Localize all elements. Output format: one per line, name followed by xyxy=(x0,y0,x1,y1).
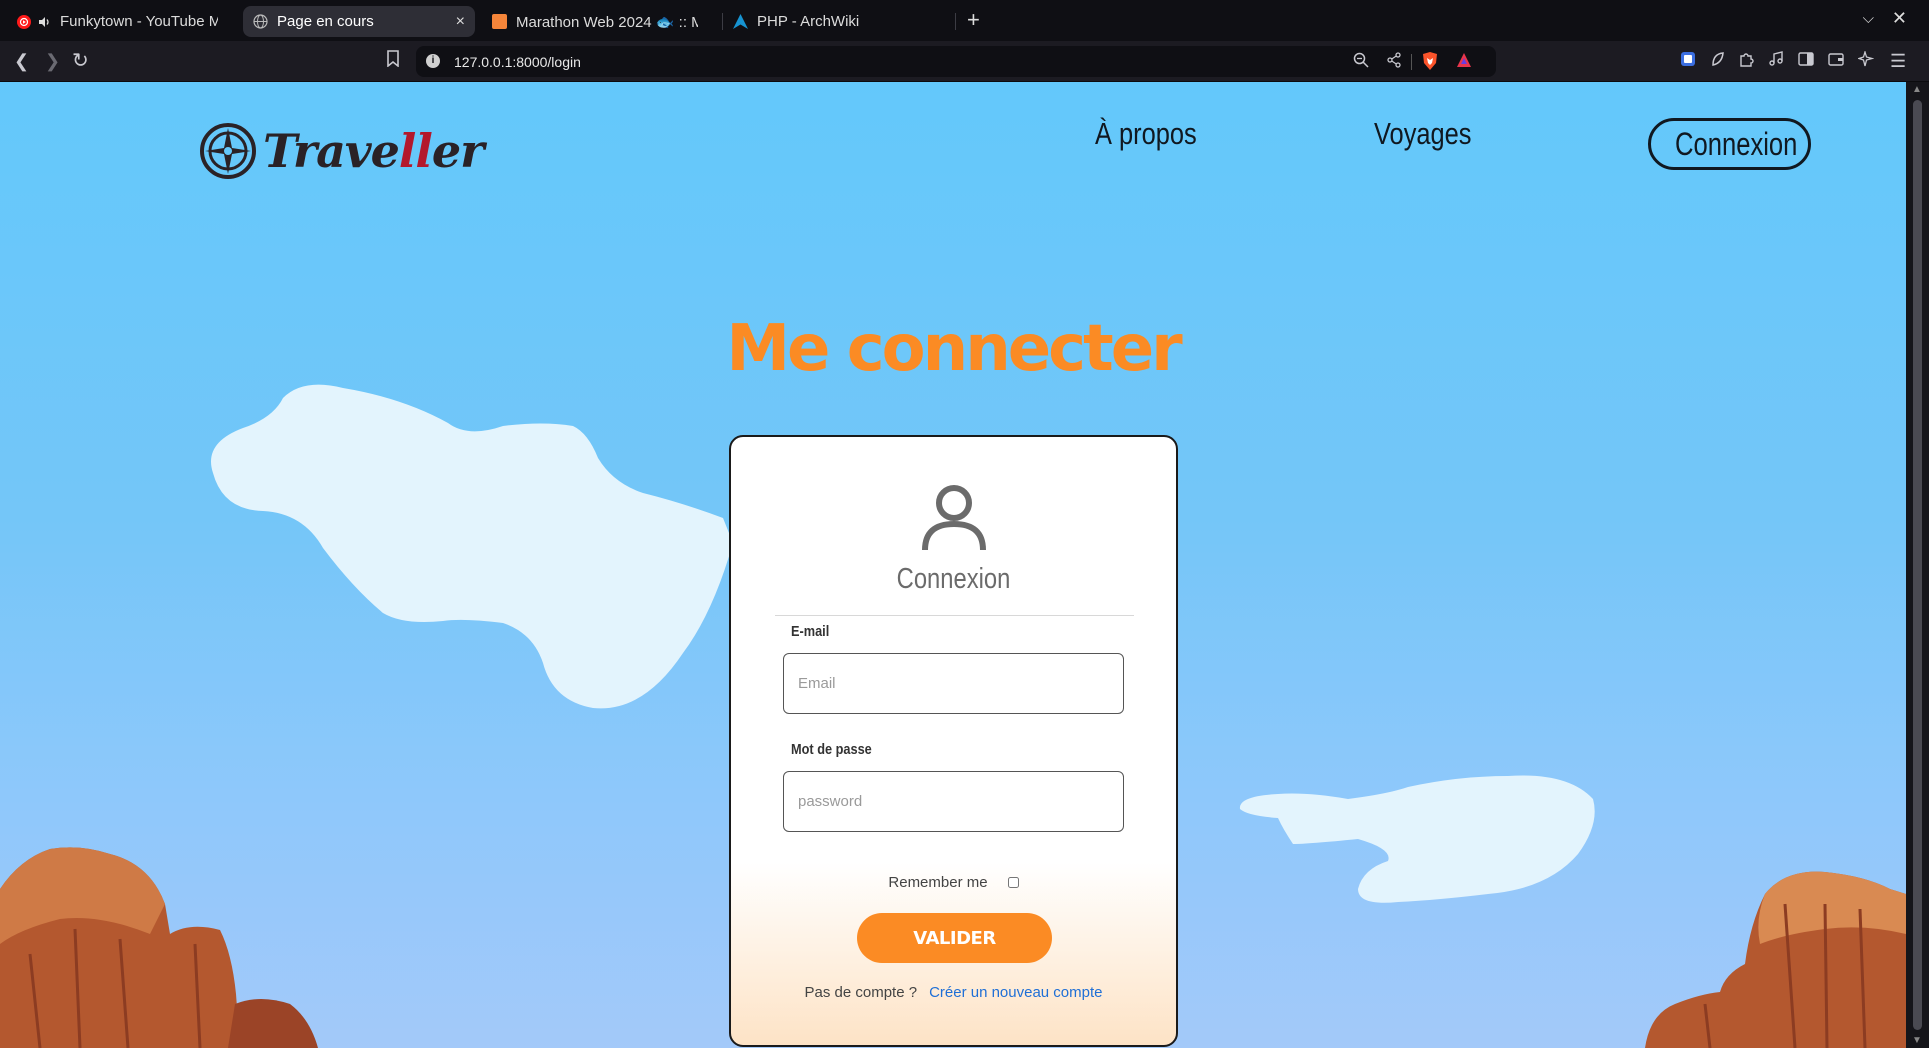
login-card: Connexion E-mail Mot de passe Remember m… xyxy=(729,435,1178,1047)
brave-rewards-icon[interactable] xyxy=(1456,52,1472,73)
close-tab-icon[interactable]: × xyxy=(456,13,465,31)
speaker-icon[interactable] xyxy=(36,14,51,29)
scroll-down-icon[interactable]: ▼ xyxy=(1912,1035,1922,1046)
tab-marathon-web[interactable]: Marathon Web 2024 🐟 :: M xyxy=(482,6,708,37)
tab-list-chevron-icon[interactable]: ⌵ xyxy=(1863,10,1874,27)
url-text[interactable]: 127.0.0.1:8000/login xyxy=(454,54,581,70)
nav-link-about[interactable]: À propos xyxy=(1095,116,1197,152)
login-heading: Connexion xyxy=(896,563,1011,595)
tab-php-archwiki[interactable]: PHP - ArchWiki xyxy=(723,6,955,37)
window-close-icon[interactable]: ✕ xyxy=(1892,8,1907,29)
scrollbar-thumb[interactable] xyxy=(1913,100,1922,1030)
new-tab-button[interactable]: + xyxy=(967,7,980,33)
create-account-link[interactable]: Créer un nouveau compte xyxy=(929,984,1102,1001)
extension-leaf-icon[interactable] xyxy=(1710,50,1724,72)
url-separator xyxy=(1411,54,1412,70)
signup-row: Pas de compte ? Créer un nouveau compte xyxy=(731,984,1176,1001)
logo-wordmark: Traveller xyxy=(263,124,485,178)
share-icon[interactable] xyxy=(1386,52,1402,73)
submit-button[interactable]: VALIDER xyxy=(857,913,1052,963)
no-account-text: Pas de compte ? xyxy=(804,984,918,1001)
user-avatar-icon xyxy=(922,485,986,551)
password-input[interactable] xyxy=(783,771,1124,832)
cloud-right xyxy=(1239,775,1595,903)
tab-separator xyxy=(955,13,956,30)
tab-funkytown[interactable]: Funkytown - YouTube Mu xyxy=(6,6,228,37)
tab-title: Marathon Web 2024 🐟 :: M xyxy=(516,13,698,31)
tab-title: PHP - ArchWiki xyxy=(757,13,860,30)
brave-shields-icon[interactable] xyxy=(1422,52,1438,75)
email-label: E-mail xyxy=(791,623,830,640)
page-viewport: Traveller À propos Voyages Connexion Me … xyxy=(0,82,1906,1048)
leo-ai-icon[interactable] xyxy=(1856,49,1875,72)
menu-hamburger-icon[interactable]: ☰ xyxy=(1890,50,1906,72)
tab-title: Funkytown - YouTube Mu xyxy=(60,13,218,30)
logo-text-accent: ll xyxy=(398,124,433,178)
media-music-icon[interactable] xyxy=(1768,50,1784,72)
logo-text-part: Trave xyxy=(263,124,400,178)
nav-link-trips[interactable]: Voyages xyxy=(1374,116,1472,152)
forward-icon[interactable]: ❯ xyxy=(45,50,60,72)
rock-cliff-right xyxy=(1645,871,1906,1048)
address-bar[interactable]: i 127.0.0.1:8000/login xyxy=(416,46,1496,77)
compass-logo-icon xyxy=(200,123,256,179)
remember-me-label: Remember me xyxy=(888,874,988,891)
page-scrollbar[interactable]: ▲ ▼ xyxy=(1906,82,1929,1048)
cloud-left xyxy=(211,384,733,709)
reload-icon[interactable]: ↻ xyxy=(72,50,89,72)
tab-title: Page en cours xyxy=(277,13,374,30)
tab-page-en-cours[interactable]: Page en cours × xyxy=(243,6,475,37)
page-title: Me connecter xyxy=(726,312,1182,386)
globe-icon xyxy=(253,14,268,29)
wallet-icon[interactable] xyxy=(1828,50,1844,72)
youtube-music-icon xyxy=(16,14,31,29)
site-info-icon[interactable]: i xyxy=(426,54,440,68)
extensions-puzzle-icon[interactable] xyxy=(1738,50,1754,72)
logo-text-part: er xyxy=(431,124,485,178)
back-icon[interactable]: ❮ xyxy=(14,50,29,72)
browser-tab-bar: Funkytown - YouTube Mu Page en cours × M… xyxy=(0,0,1929,41)
extension-badge-icon[interactable] xyxy=(1680,50,1696,72)
sidebar-toggle-icon[interactable] xyxy=(1798,50,1814,72)
password-label: Mot de passe xyxy=(791,741,872,758)
traveller-logo[interactable]: Traveller xyxy=(199,122,485,180)
remember-me-row: Remember me xyxy=(731,874,1176,891)
arch-icon xyxy=(733,14,748,29)
bookmark-icon[interactable] xyxy=(386,50,400,73)
orange-square-icon xyxy=(492,14,507,29)
nav-login-label: Connexion xyxy=(1675,125,1798,162)
scroll-up-icon[interactable]: ▲ xyxy=(1912,84,1922,95)
email-input[interactable] xyxy=(783,653,1124,714)
rock-cliff-left xyxy=(0,847,318,1048)
divider xyxy=(775,615,1134,616)
nav-login-button[interactable]: Connexion xyxy=(1648,118,1811,170)
zoom-icon[interactable] xyxy=(1353,52,1369,73)
browser-toolbar: ❮ ❯ ↻ i 127.0.0.1:8000/login ☰ xyxy=(0,41,1929,82)
remember-me-checkbox[interactable] xyxy=(1007,877,1019,888)
